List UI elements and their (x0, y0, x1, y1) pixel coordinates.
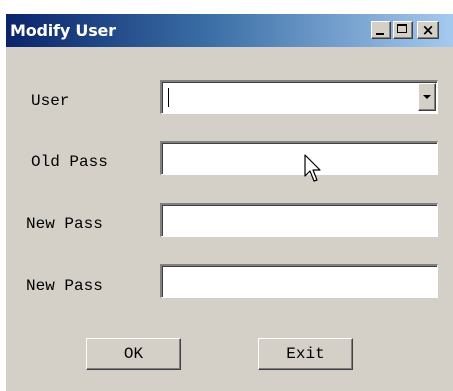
new-pass-input[interactable] (166, 205, 433, 236)
user-input[interactable] (166, 82, 433, 113)
close-icon: × (421, 21, 435, 39)
minimize-icon (376, 33, 384, 35)
new-pass-field[interactable] (160, 203, 438, 237)
maximize-button[interactable] (393, 21, 413, 39)
user-label: User (31, 92, 70, 110)
modify-user-window: Modify User × User Old Pass New Pass New… (5, 14, 453, 391)
confirm-pass-input[interactable] (166, 266, 433, 297)
maximize-icon (397, 24, 407, 33)
text-caret (168, 88, 169, 107)
window-title: Modify User (10, 21, 116, 40)
ok-button[interactable]: OK (86, 338, 181, 370)
exit-button[interactable]: Exit (258, 338, 353, 370)
new-pass-label: New Pass (26, 215, 103, 233)
old-pass-input[interactable] (166, 143, 433, 174)
old-pass-label: Old Pass (31, 153, 108, 171)
user-dropdown-button[interactable] (418, 83, 436, 111)
confirm-pass-field[interactable] (160, 264, 438, 298)
old-pass-field[interactable] (160, 141, 438, 175)
close-button[interactable]: × (417, 21, 439, 39)
confirm-pass-label: New Pass (26, 277, 103, 295)
mouse-pointer-icon (304, 154, 321, 182)
minimize-button[interactable] (371, 21, 391, 39)
chevron-down-icon (423, 95, 431, 99)
user-combobox[interactable] (160, 80, 438, 114)
title-bar[interactable]: Modify User × (6, 14, 453, 47)
